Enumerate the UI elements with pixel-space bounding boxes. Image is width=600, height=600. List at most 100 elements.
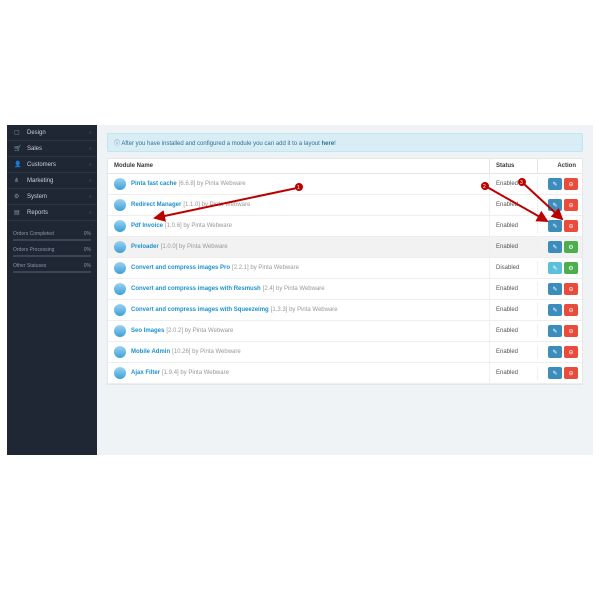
module-name[interactable]: Mobile Admin (131, 349, 170, 355)
progress-bar (13, 255, 91, 257)
module-name[interactable]: Convert and compress images with Squeeze… (131, 307, 269, 313)
module-name[interactable]: Seo Images (131, 328, 164, 334)
module-meta: [10.26] by Pinta Webware (172, 349, 241, 355)
module-status: Enabled (490, 282, 538, 296)
chevron-right-icon: › (89, 194, 91, 200)
table-row: Seo Images [2.0.2] by Pinta WebwareEnabl… (108, 321, 582, 342)
chevron-right-icon: › (89, 130, 91, 136)
uninstall-button[interactable]: ⊖ (564, 220, 578, 232)
nav-icon: ⚙ (14, 193, 22, 200)
module-name[interactable]: Ajax Filter (131, 370, 160, 376)
sidebar-item-sales[interactable]: 🛒Sales› (7, 141, 97, 157)
module-status: Enabled (490, 177, 538, 191)
main-content: ⓘ After you have installed and configure… (97, 125, 593, 455)
nav-label: Marketing (27, 178, 53, 184)
uninstall-button[interactable]: ⊖ (564, 346, 578, 358)
module-meta: [6.6.8] by Pinta Webware (179, 181, 246, 187)
module-icon (114, 304, 126, 316)
module-icon (114, 178, 126, 190)
module-meta: [2.0.2] by Pinta Webware (166, 328, 233, 334)
uninstall-button[interactable]: ⊖ (564, 304, 578, 316)
edit-button[interactable]: ✎ (548, 346, 562, 358)
module-meta: [1.0.6] by Pinta Webware (165, 223, 232, 229)
stat-block: Orders Processing0% (13, 247, 91, 257)
alert-link[interactable]: here (321, 141, 334, 147)
edit-button[interactable]: ✎ (548, 178, 562, 190)
chevron-right-icon: › (89, 162, 91, 168)
module-status: Enabled (490, 198, 538, 212)
nav-icon: ▢ (14, 129, 22, 136)
stat-value: 0% (84, 231, 91, 237)
table-row: Convert and compress images with Squeeze… (108, 300, 582, 321)
module-name[interactable]: Pdf Invoice (131, 223, 163, 229)
edit-button[interactable]: ✎ (548, 199, 562, 211)
stat-label: Orders Completed (13, 231, 54, 237)
nav-icon: 🛒 (14, 145, 22, 152)
sidebar-item-reports[interactable]: ▤ Reports › (7, 205, 97, 221)
module-status: Enabled (490, 345, 538, 359)
module-meta: [1.3.3] by Pinta Webware (271, 307, 338, 313)
module-icon (114, 346, 126, 358)
chevron-right-icon: › (89, 178, 91, 184)
info-alert: ⓘ After you have installed and configure… (107, 133, 583, 152)
module-name[interactable]: Redirect Manager (131, 202, 181, 208)
sidebar-item-design[interactable]: ▢ Design › (7, 125, 97, 141)
nav-label: Design (27, 130, 46, 136)
chevron-right-icon: › (89, 210, 91, 216)
table-row: Ajax Filter [1.9.4] by Pinta WebwareEnab… (108, 363, 582, 384)
edit-button[interactable]: ✎ (548, 304, 562, 316)
sidebar-item-marketing[interactable]: ⋔Marketing› (7, 173, 97, 189)
module-status: Enabled (490, 303, 538, 317)
module-icon (114, 241, 126, 253)
nav-label: Reports (27, 210, 48, 216)
stat-label: Orders Processing (13, 247, 54, 253)
module-icon (114, 262, 126, 274)
module-icon (114, 367, 126, 379)
module-name[interactable]: Convert and compress images Pro (131, 265, 230, 271)
module-status: Enabled (490, 219, 538, 233)
table-row: Pinta fast cache [6.6.8] by Pinta Webwar… (108, 174, 582, 195)
nav-label: Customers (27, 162, 56, 168)
progress-bar (13, 239, 91, 241)
stat-block: Other Statuses 0% (13, 263, 91, 273)
sidebar-item-system[interactable]: ⚙ System › (7, 189, 97, 205)
module-meta: [1.1.0] by Pinta Webware (183, 202, 250, 208)
progress-bar (13, 271, 91, 273)
edit-button[interactable]: ✎ (548, 283, 562, 295)
module-icon (114, 220, 126, 232)
uninstall-button[interactable]: ⊖ (564, 367, 578, 379)
table-row: Convert and compress images with Resmush… (108, 279, 582, 300)
table-row: Pdf Invoice [1.0.6] by Pinta Webware Enab… (108, 216, 582, 237)
edit-button[interactable]: ✎ (548, 325, 562, 337)
module-meta: [2.4] by Pinta Webware (263, 286, 325, 292)
table-header: Module Name Status Action (108, 159, 582, 174)
edit-button[interactable]: ✎ (548, 367, 562, 379)
stat-label: Other Statuses (13, 263, 46, 269)
stat-value: 0% (84, 263, 91, 269)
install-button[interactable]: ⚙ (564, 262, 578, 274)
nav-icon: ▤ (14, 209, 22, 216)
uninstall-button[interactable]: ⊖ (564, 178, 578, 190)
module-icon (114, 283, 126, 295)
table-row: Preloader [1.0.0] by Pinta WebwareEnable… (108, 237, 582, 258)
module-name[interactable]: Preloader (131, 244, 159, 250)
nav-icon: 👤 (14, 161, 22, 168)
uninstall-button[interactable]: ⊖ (564, 199, 578, 211)
col-name[interactable]: Module Name (108, 159, 490, 173)
edit-button[interactable]: ✎ (548, 262, 562, 274)
install-button[interactable]: ⚙ (564, 241, 578, 253)
nav-label: System (27, 194, 47, 200)
sidebar: ▢Design›🛒Sales›👤Customers›⋔Marketing›⚙Sy… (7, 125, 97, 455)
col-status[interactable]: Status (490, 159, 538, 173)
sidebar-item-customers[interactable]: 👤 Customers › (7, 157, 97, 173)
module-meta: [1.0.0] by Pinta Webware (161, 244, 228, 250)
chevron-right-icon: › (89, 146, 91, 152)
module-name[interactable]: Pinta fast cache (131, 181, 177, 187)
edit-button[interactable]: ✎ (548, 241, 562, 253)
module-status: Enabled (490, 366, 538, 380)
edit-button[interactable]: ✎ (548, 220, 562, 232)
table-row: Redirect Manager [1.1.0] by Pinta Webwar… (108, 195, 582, 216)
module-name[interactable]: Convert and compress images with Resmush (131, 286, 261, 292)
uninstall-button[interactable]: ⊖ (564, 325, 578, 337)
uninstall-button[interactable]: ⊖ (564, 283, 578, 295)
